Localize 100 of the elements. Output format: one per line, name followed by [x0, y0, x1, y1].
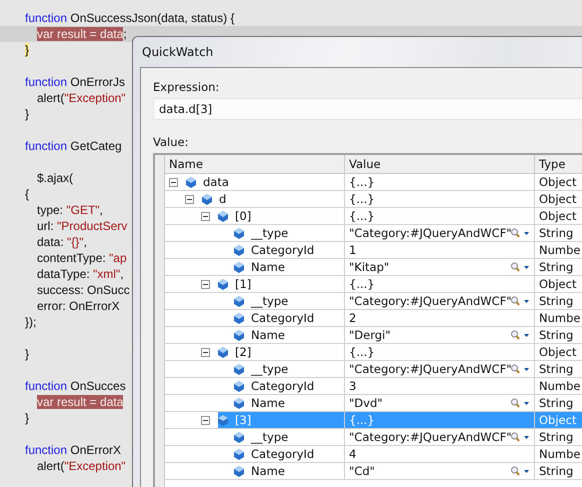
- code-text: {: [25, 187, 30, 201]
- collapse-toggle[interactable]: [201, 348, 210, 356]
- value-cell: {...}: [349, 344, 375, 360]
- code-text: "Exception": [64, 459, 126, 473]
- visualizer-icon[interactable]: [510, 432, 530, 442]
- value-cell: "Dergi": [349, 327, 391, 343]
- code-text: ,: [84, 235, 87, 249]
- property-icon: [234, 330, 244, 340]
- name-cell: data: [203, 174, 229, 190]
- value-cell: 3: [349, 378, 356, 394]
- code-text: dataType:: [37, 267, 91, 281]
- type-cell: String: [539, 361, 574, 377]
- name-cell: CategoryId: [251, 242, 314, 258]
- visualizer-icon[interactable]: [510, 364, 530, 374]
- name-cell: __type: [251, 225, 288, 241]
- window-title: QuickWatch: [141, 44, 214, 61]
- name-cell: [3]: [235, 412, 252, 428]
- code-text: }: [25, 411, 30, 425]
- code-text: "{}": [67, 235, 84, 249]
- type-cell: Object: [539, 344, 576, 360]
- code-text: function: [25, 139, 68, 153]
- code-text: "GET": [66, 203, 100, 217]
- code-text: function: [25, 11, 68, 25]
- code-text: type:: [37, 203, 64, 217]
- code-text: }: [25, 107, 30, 121]
- collapse-toggle[interactable]: [169, 178, 178, 186]
- property-icon: [218, 414, 228, 426]
- code-text: }: [25, 43, 30, 57]
- property-icon: [234, 312, 244, 324]
- code-text: data:: [37, 235, 65, 249]
- property-icon: [218, 210, 228, 222]
- property-icon: [234, 296, 244, 306]
- name-cell: CategoryId: [251, 310, 314, 326]
- type-cell: Object: [539, 174, 576, 190]
- type-cell: String: [539, 259, 574, 275]
- column-header[interactable]: Type: [535, 155, 582, 174]
- type-cell: String: [539, 395, 574, 411]
- property-icon: [234, 432, 244, 442]
- name-cell: CategoryId: [251, 446, 314, 462]
- property-icon: [202, 194, 212, 204]
- name-cell: Name: [251, 259, 285, 275]
- code-text: "xml": [93, 267, 120, 281]
- visualizer-icon[interactable]: [510, 466, 530, 476]
- collapse-toggle[interactable]: [201, 280, 210, 288]
- code-text: "ap: [109, 251, 127, 265]
- value-cell: {...}: [349, 208, 375, 224]
- visualizer-icon[interactable]: [510, 330, 530, 340]
- type-cell: Numbe: [539, 446, 580, 462]
- property-icon: [218, 346, 228, 358]
- property-icon: [234, 448, 244, 460]
- collapse-toggle[interactable]: [201, 212, 210, 220]
- expression-field[interactable]: data.d[3]: [153, 98, 582, 120]
- code-text: function: [25, 75, 68, 89]
- value-cell: "Category:#JQueryAndWCF": [349, 429, 512, 445]
- code-text: });: [25, 315, 36, 329]
- type-cell: Object: [539, 276, 576, 292]
- column-header[interactable]: Name: [165, 155, 345, 174]
- visualizer-icon[interactable]: [510, 228, 530, 238]
- name-cell: __type: [251, 361, 288, 377]
- collapse-toggle[interactable]: [185, 194, 194, 204]
- type-cell: Object: [539, 412, 576, 428]
- value-cell: 2: [349, 310, 356, 326]
- value-label: Value:: [153, 134, 190, 151]
- type-cell: String: [539, 429, 574, 445]
- value-cell: {...}: [349, 412, 375, 428]
- visualizer-icon[interactable]: [510, 262, 530, 272]
- code-text: contentType:: [37, 251, 107, 265]
- code-text: function: [25, 379, 68, 393]
- code-text: function: [25, 443, 68, 457]
- name-cell: __type: [251, 429, 288, 445]
- name-cell: [0]: [235, 208, 252, 224]
- code-text: ,: [100, 203, 103, 217]
- type-cell: Object: [539, 208, 576, 224]
- code-text: success: OnSucc: [37, 283, 130, 297]
- property-icon: [218, 278, 228, 290]
- column-header[interactable]: Value: [345, 155, 535, 174]
- type-cell: Numbe: [539, 310, 580, 326]
- value-cell: "Category:#JQueryAndWCF": [349, 293, 512, 309]
- value-cell: "Kitap": [349, 259, 390, 275]
- type-cell: Numbe: [539, 378, 580, 394]
- type-cell: String: [539, 327, 574, 343]
- expression-label: Expression:: [153, 79, 220, 96]
- visualizer-icon[interactable]: [510, 398, 530, 408]
- code-text: OnSucces: [69, 379, 126, 393]
- property-icon: [234, 244, 244, 256]
- code-text: $.ajax(: [37, 171, 74, 185]
- name-cell: CategoryId: [251, 378, 314, 394]
- value-cell: 4: [349, 446, 356, 462]
- collapse-toggle[interactable]: [201, 416, 210, 424]
- property-icon: [186, 176, 196, 188]
- property-icon: [234, 380, 244, 392]
- value-cell: "Cd": [349, 463, 375, 479]
- code-text: error: OnErrorX: [37, 299, 120, 313]
- name-cell: d: [219, 191, 226, 207]
- code-text: OnErrorX: [69, 443, 122, 457]
- value-cell: {...}: [349, 174, 375, 190]
- property-icon: [234, 466, 244, 476]
- visualizer-icon[interactable]: [510, 296, 530, 306]
- type-cell: String: [539, 463, 574, 479]
- name-cell: [1]: [235, 276, 252, 292]
